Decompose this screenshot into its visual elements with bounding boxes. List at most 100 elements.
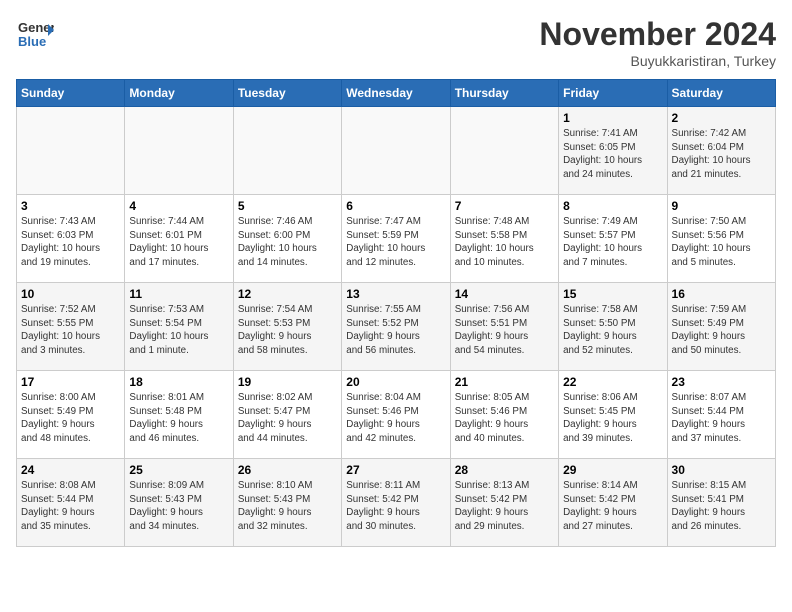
calendar-cell: 22 Sunrise: 8:06 AMSunset: 5:45 PMDayligh… xyxy=(559,371,667,459)
day-number: 30 xyxy=(672,463,771,477)
day-number: 17 xyxy=(21,375,120,389)
calendar-table: SundayMondayTuesdayWednesdayThursdayFrid… xyxy=(16,79,776,547)
calendar-cell: 10Sunrise: 7:52 AMSunset: 5:55 PMDayligh… xyxy=(17,283,125,371)
calendar-cell: 9 Sunrise: 7:50 AMSunset: 5:56 PMDaylight… xyxy=(667,195,775,283)
day-detail: Sunrise: 7:44 AMSunset: 6:01 PMDaylight:… xyxy=(129,215,228,270)
day-number: 4 xyxy=(129,199,228,213)
calendar-cell: 3Sunrise: 7:43 AMSunset: 6:03 PMDaylight… xyxy=(17,195,125,283)
day-number: 23 xyxy=(672,375,771,389)
day-detail: Sunrise: 7:59 AMSunset: 5:49 PMDaylight:… xyxy=(672,303,771,358)
calendar-cell: 19 Sunrise: 8:02 AMSunset: 5:47 PMDayligh… xyxy=(233,371,341,459)
day-number: 7 xyxy=(455,199,554,213)
calendar-cell: 1Sunrise: 7:41 AMSunset: 6:05 PMDaylight… xyxy=(559,107,667,195)
day-detail: Sunrise: 7:52 AMSunset: 5:55 PMDaylight:… xyxy=(21,303,120,358)
calendar-cell: 25 Sunrise: 8:09 AMSunset: 5:43 PMDayligh… xyxy=(125,459,233,547)
day-number: 13 xyxy=(346,287,445,301)
day-number: 12 xyxy=(238,287,337,301)
day-number: 20 xyxy=(346,375,445,389)
title-block: November 2024 Buyukkaristiran, Turkey xyxy=(539,16,776,69)
day-detail: Sunrise: 7:53 AMSunset: 5:54 PMDaylight:… xyxy=(129,303,228,358)
day-detail: Sunrise: 8:04 AMSunset: 5:46 PMDaylight:… xyxy=(346,391,445,446)
logo-icon: General Blue xyxy=(16,16,54,54)
weekday-header-thursday: Thursday xyxy=(450,80,558,107)
month-title: November 2024 xyxy=(539,16,776,53)
day-number: 21 xyxy=(455,375,554,389)
day-detail: Sunrise: 8:15 AMSunset: 5:41 PMDaylight:… xyxy=(672,479,771,534)
day-detail: Sunrise: 8:00 AMSunset: 5:49 PMDaylight:… xyxy=(21,391,120,446)
calendar-cell: 14 Sunrise: 7:56 AMSunset: 5:51 PMDayligh… xyxy=(450,283,558,371)
weekday-header-wednesday: Wednesday xyxy=(342,80,450,107)
day-number: 11 xyxy=(129,287,228,301)
day-detail: Sunrise: 8:13 AMSunset: 5:42 PMDaylight:… xyxy=(455,479,554,534)
calendar-cell: 6 Sunrise: 7:47 AMSunset: 5:59 PMDaylight… xyxy=(342,195,450,283)
day-detail: Sunrise: 7:58 AMSunset: 5:50 PMDaylight:… xyxy=(563,303,662,358)
calendar-cell: 8 Sunrise: 7:49 AMSunset: 5:57 PMDaylight… xyxy=(559,195,667,283)
day-detail: Sunrise: 8:06 AMSunset: 5:45 PMDaylight:… xyxy=(563,391,662,446)
day-number: 5 xyxy=(238,199,337,213)
day-detail: Sunrise: 8:11 AMSunset: 5:42 PMDaylight:… xyxy=(346,479,445,534)
day-detail: Sunrise: 7:56 AMSunset: 5:51 PMDaylight:… xyxy=(455,303,554,358)
day-number: 18 xyxy=(129,375,228,389)
day-number: 28 xyxy=(455,463,554,477)
location: Buyukkaristiran, Turkey xyxy=(539,53,776,69)
day-detail: Sunrise: 7:54 AMSunset: 5:53 PMDaylight:… xyxy=(238,303,337,358)
weekday-header-saturday: Saturday xyxy=(667,80,775,107)
weekday-header-friday: Friday xyxy=(559,80,667,107)
day-detail: Sunrise: 7:47 AMSunset: 5:59 PMDaylight:… xyxy=(346,215,445,270)
day-detail: Sunrise: 8:02 AMSunset: 5:47 PMDaylight:… xyxy=(238,391,337,446)
day-number: 16 xyxy=(672,287,771,301)
calendar-cell: 4 Sunrise: 7:44 AMSunset: 6:01 PMDaylight… xyxy=(125,195,233,283)
weekday-header-monday: Monday xyxy=(125,80,233,107)
day-number: 25 xyxy=(129,463,228,477)
weekday-header-sunday: Sunday xyxy=(17,80,125,107)
day-detail: Sunrise: 8:14 AMSunset: 5:42 PMDaylight:… xyxy=(563,479,662,534)
day-number: 9 xyxy=(672,199,771,213)
day-detail: Sunrise: 7:55 AMSunset: 5:52 PMDaylight:… xyxy=(346,303,445,358)
calendar-cell: 15Sunrise: 7:58 AMSunset: 5:50 PMDayligh… xyxy=(559,283,667,371)
day-number: 14 xyxy=(455,287,554,301)
day-detail: Sunrise: 8:10 AMSunset: 5:43 PMDaylight:… xyxy=(238,479,337,534)
day-number: 1 xyxy=(563,111,662,125)
calendar-cell: 23Sunrise: 8:07 AMSunset: 5:44 PMDayligh… xyxy=(667,371,775,459)
day-number: 24 xyxy=(21,463,120,477)
calendar-cell xyxy=(450,107,558,195)
calendar-cell: 30 Sunrise: 8:15 AMSunset: 5:41 PMDayligh… xyxy=(667,459,775,547)
day-number: 26 xyxy=(238,463,337,477)
calendar-cell: 18 Sunrise: 8:01 AMSunset: 5:48 PMDayligh… xyxy=(125,371,233,459)
weekday-header-tuesday: Tuesday xyxy=(233,80,341,107)
day-detail: Sunrise: 7:48 AMSunset: 5:58 PMDaylight:… xyxy=(455,215,554,270)
calendar-cell: 2 Sunrise: 7:42 AMSunset: 6:04 PMDaylight… xyxy=(667,107,775,195)
day-detail: Sunrise: 8:08 AMSunset: 5:44 PMDaylight:… xyxy=(21,479,120,534)
day-number: 2 xyxy=(672,111,771,125)
calendar-cell xyxy=(342,107,450,195)
day-detail: Sunrise: 8:09 AMSunset: 5:43 PMDaylight:… xyxy=(129,479,228,534)
calendar-cell: 16 Sunrise: 7:59 AMSunset: 5:49 PMDayligh… xyxy=(667,283,775,371)
calendar-cell: 13 Sunrise: 7:55 AMSunset: 5:52 PMDayligh… xyxy=(342,283,450,371)
day-detail: Sunrise: 8:01 AMSunset: 5:48 PMDaylight:… xyxy=(129,391,228,446)
day-detail: Sunrise: 7:42 AMSunset: 6:04 PMDaylight:… xyxy=(672,127,771,182)
day-detail: Sunrise: 7:50 AMSunset: 5:56 PMDaylight:… xyxy=(672,215,771,270)
calendar-header: SundayMondayTuesdayWednesdayThursdayFrid… xyxy=(17,80,776,107)
calendar-cell: 20 Sunrise: 8:04 AMSunset: 5:46 PMDayligh… xyxy=(342,371,450,459)
day-number: 6 xyxy=(346,199,445,213)
calendar-cell: 26 Sunrise: 8:10 AMSunset: 5:43 PMDayligh… xyxy=(233,459,341,547)
calendar-cell: 12 Sunrise: 7:54 AMSunset: 5:53 PMDayligh… xyxy=(233,283,341,371)
day-number: 27 xyxy=(346,463,445,477)
calendar-cell: 24 Sunrise: 8:08 AMSunset: 5:44 PMDayligh… xyxy=(17,459,125,547)
day-number: 8 xyxy=(563,199,662,213)
calendar-cell: 7 Sunrise: 7:48 AMSunset: 5:58 PMDaylight… xyxy=(450,195,558,283)
calendar-cell: 17 Sunrise: 8:00 AMSunset: 5:49 PMDayligh… xyxy=(17,371,125,459)
day-detail: Sunrise: 7:49 AMSunset: 5:57 PMDaylight:… xyxy=(563,215,662,270)
calendar-cell: 11 Sunrise: 7:53 AMSunset: 5:54 PMDayligh… xyxy=(125,283,233,371)
day-detail: Sunrise: 8:05 AMSunset: 5:46 PMDaylight:… xyxy=(455,391,554,446)
day-detail: Sunrise: 7:43 AMSunset: 6:03 PMDaylight:… xyxy=(21,215,120,270)
calendar-cell: 28 Sunrise: 8:13 AMSunset: 5:42 PMDayligh… xyxy=(450,459,558,547)
day-number: 22 xyxy=(563,375,662,389)
day-number: 19 xyxy=(238,375,337,389)
page-header: General Blue November 2024 Buyukkaristir… xyxy=(16,16,776,69)
calendar-cell xyxy=(233,107,341,195)
calendar-cell: 21 Sunrise: 8:05 AMSunset: 5:46 PMDayligh… xyxy=(450,371,558,459)
calendar-cell: 27 Sunrise: 8:11 AMSunset: 5:42 PMDayligh… xyxy=(342,459,450,547)
day-detail: Sunrise: 7:46 AMSunset: 6:00 PMDaylight:… xyxy=(238,215,337,270)
calendar-cell: 5 Sunrise: 7:46 AMSunset: 6:00 PMDaylight… xyxy=(233,195,341,283)
